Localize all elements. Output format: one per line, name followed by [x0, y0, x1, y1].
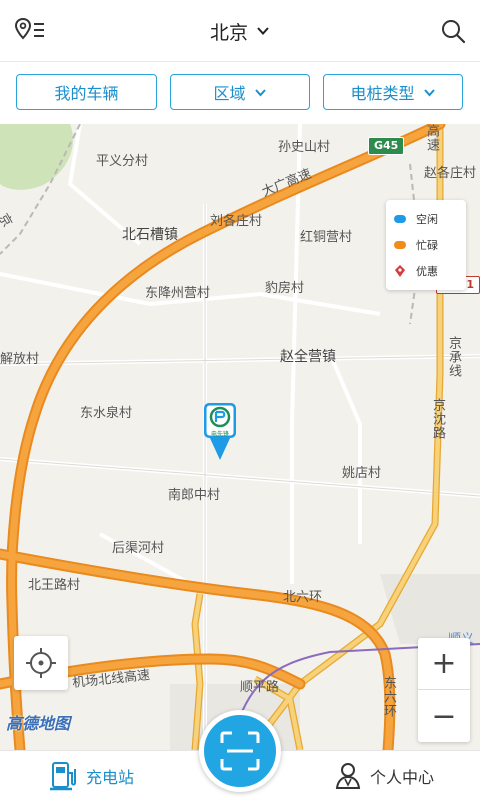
my-vehicle-filter-label: 我的车辆 [54, 84, 119, 103]
filter-bar: 我的车辆 区域 电桩类型 [0, 62, 480, 124]
search-icon[interactable] [438, 16, 468, 46]
discount-tag-icon [395, 265, 405, 277]
scan-icon [220, 731, 260, 771]
place-label: 解放村 [0, 352, 40, 367]
place-label: 豹房村 [265, 281, 305, 296]
user-icon [335, 763, 361, 789]
place-label: 红铜营村 [300, 230, 353, 245]
charging-pile-icon [50, 762, 76, 791]
road-label: 顺平路 [240, 680, 280, 695]
road-label: 京承线 [446, 336, 461, 378]
status-legend: 空闲 忙碌 优惠 [386, 200, 466, 290]
station-brand-text: 电先锋 [210, 431, 229, 438]
tab-profile-label: 个人中心 [370, 768, 435, 787]
chevron-down-icon [257, 27, 269, 35]
zoom-out-button[interactable]: − [418, 690, 470, 742]
locate-button[interactable] [14, 636, 68, 690]
place-label: 北王路村 [28, 578, 81, 593]
busy-dot-icon [394, 241, 406, 249]
place-label: 北石槽镇 [122, 227, 178, 243]
legend-item-free: 空闲 [394, 206, 458, 232]
scan-qr-button[interactable] [199, 710, 281, 792]
zoom-controls: + − [418, 638, 470, 742]
road-label: 东六环 [381, 676, 396, 718]
road-label: 高速 [424, 124, 439, 152]
crosshair-icon [26, 648, 56, 678]
tab-profile[interactable]: 个人中心 [334, 751, 434, 800]
road-label: 北六环 [283, 590, 323, 605]
place-label: 东水泉村 [80, 406, 133, 421]
place-label: 刘各庄村 [210, 214, 263, 229]
place-label: 南郎中村 [168, 488, 221, 503]
city-name: 北京 [209, 21, 248, 44]
place-label: 赵各庄村 [424, 166, 477, 181]
charger-type-filter-button[interactable]: 电桩类型 [323, 74, 463, 110]
place-label: 赵全营镇 [280, 349, 336, 365]
place-label: 东降州营村 [145, 286, 211, 301]
place-label: 孙史山村 [278, 140, 331, 155]
chevron-down-icon [423, 88, 435, 96]
legend-item-discount: 优惠 [394, 258, 458, 284]
charging-station-marker[interactable]: 电先锋 [203, 402, 237, 462]
chevron-down-icon [254, 88, 266, 96]
place-label: 平义分村 [96, 154, 149, 169]
region-filter-label: 区域 [213, 84, 246, 103]
top-bar: 北京 [0, 0, 480, 62]
map-view[interactable]: 孙史山村 赵各庄村 平义分村 北石槽镇 刘各庄村 红铜营村 东降州营村 豹房村 … [0, 124, 480, 750]
zoom-in-button[interactable]: + [418, 638, 470, 690]
charger-type-filter-label: 电桩类型 [350, 84, 415, 103]
my-vehicle-filter-button[interactable]: 我的车辆 [16, 74, 157, 110]
tab-charging-station-label: 充电站 [86, 768, 135, 787]
place-label: 姚店村 [342, 466, 382, 481]
region-filter-button[interactable]: 区域 [170, 74, 310, 110]
road-label: 京沈路 [430, 398, 445, 440]
city-selector[interactable]: 北京 [0, 0, 480, 62]
legend-item-busy: 忙碌 [394, 232, 458, 258]
highway-shield: G45 [368, 137, 405, 155]
free-dot-icon [394, 215, 406, 223]
tab-charging-station[interactable]: 充电站 [50, 751, 134, 800]
place-label: 后渠河村 [112, 541, 165, 556]
map-provider-logo: 高德地图 [6, 714, 71, 733]
